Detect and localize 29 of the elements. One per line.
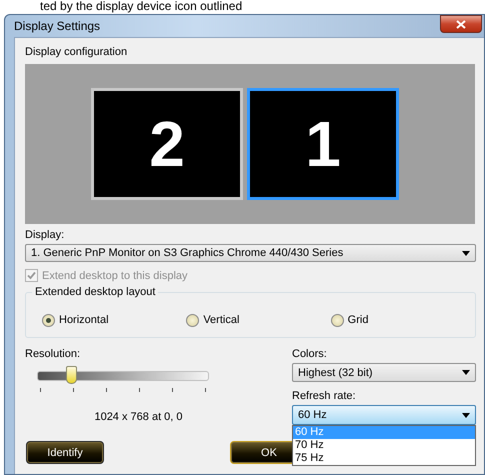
radio-button[interactable] [330,314,344,326]
resolution-slider[interactable] [34,366,212,386]
checkbox-label: Extend desktop to this display [42,270,188,282]
caret-icon [462,412,470,418]
window-title: Display Settings [14,19,100,33]
colors-label: Colors: [292,348,328,360]
monitor-tile[interactable]: 1 [247,88,399,200]
refresh-rate-label: Refresh rate: [292,390,357,402]
resolution-reading: 1024 x 768 at 0, 0 [94,411,183,423]
display-dropdown[interactable]: 1. Generic PnP Monitor on S3 Graphics Chrome 440/430 Series [25,244,476,262]
display-label: Display: [25,229,64,241]
identify-button[interactable]: Identify [26,441,104,464]
close-button[interactable] [440,15,482,33]
radio-label: Grid [348,314,368,326]
section-label: Display configuration [25,46,128,58]
radio-label: Horizontal [59,314,109,326]
radio-label: Vertical [203,314,240,326]
caret-icon [462,250,470,256]
resolution-label: Resolution: [25,348,82,360]
background-text: ted by the display device icon outlined [40,0,242,13]
slider-thumb[interactable] [66,366,77,384]
refresh-rate-dropdown[interactable]: 60 Hz [292,405,476,425]
radio-button[interactable] [42,314,55,326]
colors-dropdown[interactable]: Highest (32 bit) [292,363,476,382]
group-label: Extended desktop layout [32,286,158,298]
caret-icon [462,370,470,375]
monitor-tile[interactable]: 2 [91,88,243,200]
radio-button[interactable] [186,314,200,326]
close-icon [456,20,466,28]
